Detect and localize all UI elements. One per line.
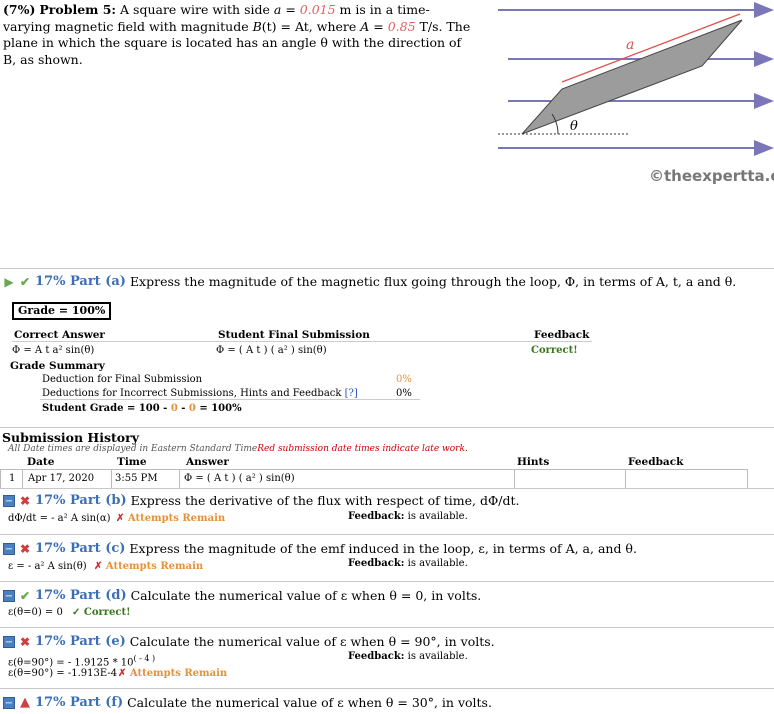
collapse-icon[interactable]: − xyxy=(3,696,15,709)
part-b-answer: dΦ/dt = - a² A sin(α) xyxy=(8,513,111,524)
part-c-title: 17% Part (c) xyxy=(35,541,126,556)
part-b-title: 17% Part (b) xyxy=(35,493,127,508)
x-icon: ✖ xyxy=(19,493,31,508)
row-date: Apr 17, 2020 xyxy=(28,473,95,484)
x-icon: ✖ xyxy=(19,634,31,649)
deduction-final-label: Deduction for Final Submission xyxy=(42,374,203,385)
collapse-icon[interactable]: − xyxy=(3,542,15,555)
part-c-header[interactable]: − ✖ 17% Part (c) Express the magnitude o… xyxy=(3,541,637,556)
warning-icon: ▲ xyxy=(20,694,30,710)
problem-weight: (7%) xyxy=(3,2,36,17)
side-value: 0.015 xyxy=(299,2,336,17)
history-col-time: Time xyxy=(117,456,147,468)
deduction-incorrect-label: Deductions for Incorrect Submissions, Hi… xyxy=(42,388,358,399)
part-e-title: 17% Part (e) xyxy=(35,634,126,649)
grade-box: Grade = 100% xyxy=(12,302,112,320)
part-e-answer-1: ε(θ=90°) = - 1.9125 * 10( - 4 ) xyxy=(8,654,156,669)
student-grade: Student Grade = 100 - 0 - 0 = 100% xyxy=(42,403,242,414)
part-d-header[interactable]: − ✔ 17% Part (d) Calculate the numerical… xyxy=(3,588,481,603)
collapse-icon[interactable]: − xyxy=(3,494,15,507)
part-e-prompt: Calculate the numerical value of ε when … xyxy=(129,634,495,649)
summary-divider xyxy=(40,399,420,400)
divider xyxy=(0,627,774,628)
problem-figure: a θ xyxy=(490,0,774,190)
divider xyxy=(0,488,774,489)
correct-answer: Φ = A t a² sin(θ) xyxy=(12,345,95,356)
part-b-prompt: Express the derivative of the flux with … xyxy=(130,493,520,508)
col-feedback: Feedback xyxy=(534,329,590,341)
play-icon[interactable]: ▶ xyxy=(3,276,15,288)
x-mark-icon: ✗ xyxy=(118,668,127,679)
part-d-prompt: Calculate the numerical value of ε when … xyxy=(130,588,482,603)
part-b-status: ✗ Attempts Remain xyxy=(116,513,226,524)
part-e-header[interactable]: − ✖ 17% Part (e) Calculate the numerical… xyxy=(3,634,495,649)
history-title: Submission History xyxy=(2,430,139,445)
field-diagram xyxy=(498,2,774,156)
part-f-header[interactable]: − ▲ 17% Part (f) Calculate the numerical… xyxy=(3,695,492,710)
divider xyxy=(0,534,774,535)
part-e-status: ✗ Attempts Remain xyxy=(118,668,228,679)
history-col-answer: Answer xyxy=(186,456,229,468)
col-correct-answer: Correct Answer xyxy=(14,329,105,341)
check-icon: ✔ xyxy=(19,274,31,289)
part-d-answer: ε(θ=0) = 0 xyxy=(8,607,63,618)
x-icon: ✖ xyxy=(19,541,31,556)
part-f-title: 17% Part (f) xyxy=(35,695,124,710)
row-number: 1 xyxy=(9,473,16,484)
part-d-status: ✓ Correct! xyxy=(72,607,131,618)
part-f-prompt: Calculate the numerical value of ε when … xyxy=(127,695,492,710)
problem-statement: (7%) Problem 5: A square wire with side … xyxy=(3,2,471,67)
student-answer: Φ = ( A t ) ( a² ) sin(θ) xyxy=(216,345,327,356)
x-mark-icon: ✗ xyxy=(116,513,125,524)
part-e-feedback[interactable]: Feedback: is available. xyxy=(348,651,468,662)
part-d-title: 17% Part (d) xyxy=(35,588,127,603)
deduction-final-value: 0% xyxy=(396,374,412,385)
divider xyxy=(0,581,774,582)
grade-summary-label: Grade Summary xyxy=(10,360,105,372)
x-mark-icon: ✗ xyxy=(94,561,103,572)
part-b-header[interactable]: − ✖ 17% Part (b) Express the derivative … xyxy=(3,493,519,508)
part-e-answer-2: ε(θ=90°) = -1.913E-4 xyxy=(8,668,118,679)
table-row: 1 Apr 17, 2020 3:55 PM Φ = ( A t ) ( a² … xyxy=(0,469,748,489)
angle-label: θ xyxy=(570,119,578,134)
part-a-header[interactable]: ▶ ✔ 17% Part (a) Express the magnitude o… xyxy=(3,274,736,289)
divider xyxy=(0,268,774,269)
history-note: All Date times are displayed in Eastern … xyxy=(8,444,468,454)
table-divider xyxy=(12,341,592,342)
divider xyxy=(0,688,774,689)
collapse-icon[interactable]: − xyxy=(3,635,15,648)
part-c-feedback[interactable]: Feedback: is available. xyxy=(348,558,468,569)
part-b-feedback[interactable]: Feedback: is available. xyxy=(348,511,468,522)
col-student-submission: Student Final Submission xyxy=(218,329,370,341)
problem-label: Problem 5: xyxy=(39,2,117,17)
part-c-status: ✗ Attempts Remain xyxy=(94,561,204,572)
collapse-icon[interactable]: − xyxy=(3,589,15,602)
feedback-correct: Correct! xyxy=(531,345,578,356)
help-link[interactable]: [?] xyxy=(345,388,358,399)
watermark: ©theexpertta.com xyxy=(649,167,774,185)
side-label: a xyxy=(626,37,635,53)
history-col-date: Date xyxy=(27,456,55,468)
row-answer: Φ = ( A t ) ( a² ) sin(θ) xyxy=(184,473,295,484)
part-a-prompt: Express the magnitude of the magnetic fl… xyxy=(129,274,737,289)
part-a-title: 17% Part (a) xyxy=(35,274,126,289)
check-icon: ✔ xyxy=(19,588,31,603)
history-col-hints: Hints xyxy=(517,456,550,468)
row-time: 3:55 PM xyxy=(115,473,158,484)
deduction-incorrect-value: 0% xyxy=(396,388,412,399)
rate-value: 0.85 xyxy=(387,18,416,34)
divider xyxy=(0,427,774,428)
history-col-feedback: Feedback xyxy=(628,456,684,468)
check-mark-icon: ✓ xyxy=(72,607,81,618)
part-c-prompt: Express the magnitude of the emf induced… xyxy=(129,541,637,556)
part-c-answer: ε = - a² A sin(θ) xyxy=(8,561,87,572)
